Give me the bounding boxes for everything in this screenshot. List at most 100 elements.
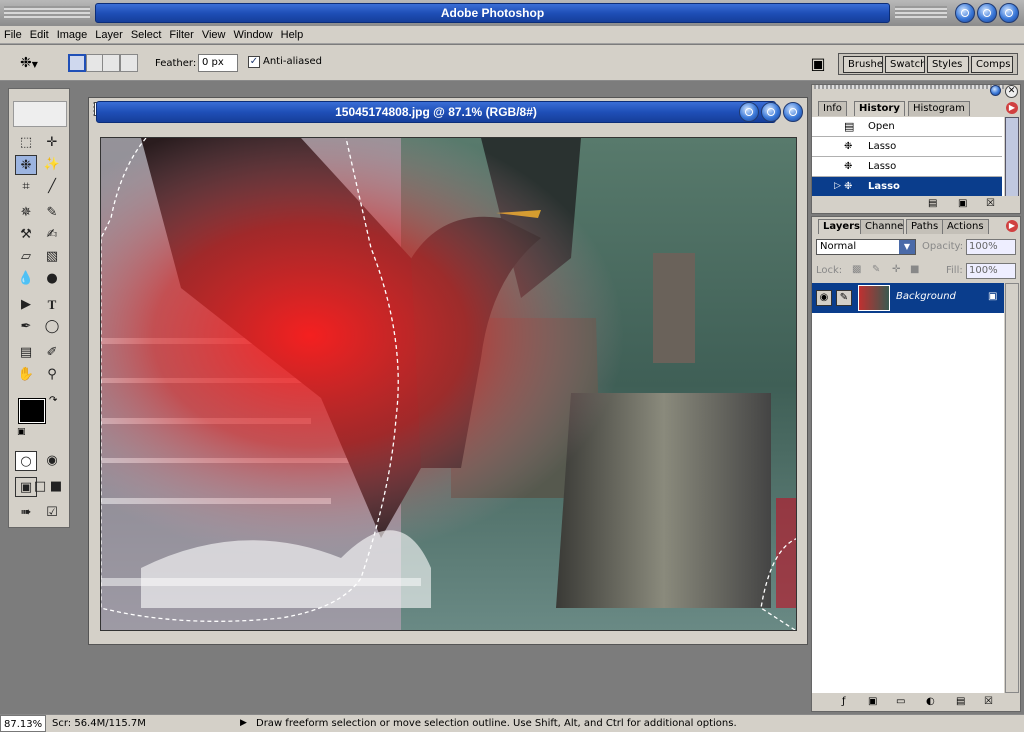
quick-mask-icon[interactable]: ◉ xyxy=(41,451,63,471)
default-colors-icon[interactable]: ▣ xyxy=(17,427,26,437)
layer-style-icon[interactable]: ƒ xyxy=(842,696,846,707)
well-tab-brushes[interactable]: Brushes xyxy=(843,56,883,73)
status-menu-arrow-icon[interactable]: ▶ xyxy=(240,715,247,732)
tab-info[interactable]: Info xyxy=(818,101,847,116)
lock-pixels-icon[interactable]: ✎ xyxy=(872,264,880,275)
tab-layers[interactable]: Layers xyxy=(818,219,865,234)
blend-mode-select[interactable]: Normal ▼ xyxy=(816,239,916,255)
add-mask-icon[interactable]: ▣ xyxy=(868,696,877,707)
doc-close-button[interactable] xyxy=(783,102,803,122)
menu-view[interactable]: View xyxy=(198,26,230,44)
crop-tool-icon[interactable]: ⌗ xyxy=(15,177,37,197)
well-tab-styles[interactable]: Styles xyxy=(927,56,969,73)
history-item-lasso-2[interactable]: ❉ Lasso xyxy=(812,157,1002,177)
lock-transparency-icon[interactable]: ▩ xyxy=(852,264,861,275)
close-icon xyxy=(1005,9,1013,17)
magic-wand-icon[interactable]: ✨ xyxy=(41,155,63,175)
panel-close-icon[interactable]: ✕ xyxy=(1005,85,1018,98)
menu-file[interactable]: File xyxy=(0,26,26,44)
screen-mode-full-menu-icon[interactable]: □ xyxy=(33,477,47,497)
gradient-tool-icon[interactable]: ▧ xyxy=(41,247,63,267)
trash-icon[interactable]: ☒ xyxy=(984,696,993,707)
layer-row-background[interactable]: ◉ ✎ Background ▣ xyxy=(812,283,1004,313)
history-item-open[interactable]: ▤ Open xyxy=(812,117,1002,137)
eraser-tool-icon[interactable]: ▱ xyxy=(15,247,37,267)
zoom-tool-icon[interactable]: ⚲ xyxy=(41,365,63,385)
file-browser-icon[interactable]: ▣ xyxy=(808,54,828,74)
new-snapshot-icon[interactable]: ▣ xyxy=(958,198,967,209)
new-document-from-state-icon[interactable]: ▤ xyxy=(928,198,937,209)
new-selection-button[interactable] xyxy=(68,54,86,72)
menu-bar: File Edit Image Layer Select Filter View Window… xyxy=(0,26,1024,44)
jump-to-imageready-icon[interactable]: ➠ xyxy=(15,503,37,523)
tab-actions[interactable]: Actions xyxy=(942,219,989,234)
menu-filter[interactable]: Filter xyxy=(165,26,197,44)
history-item-lasso-1[interactable]: ❉ Lasso xyxy=(812,137,1002,157)
doc-minimize-button[interactable] xyxy=(739,102,759,122)
edit-in-imageready-icon[interactable]: ☑ xyxy=(41,503,63,523)
panel-menu-arrow-icon[interactable]: ▶ xyxy=(1006,102,1018,114)
well-tab-comps[interactable]: Comps xyxy=(971,56,1013,73)
swap-colors-icon[interactable]: ↷ xyxy=(49,395,57,406)
minimize-button[interactable] xyxy=(955,3,975,23)
lasso-icon: ❉ xyxy=(844,181,853,192)
tab-histogram[interactable]: Histogram xyxy=(908,101,970,116)
menu-window[interactable]: Window xyxy=(230,26,277,44)
menu-edit[interactable]: Edit xyxy=(26,26,53,44)
tab-history[interactable]: History xyxy=(854,101,905,116)
lasso-tool-icon[interactable]: ❉ xyxy=(15,155,37,175)
history-brush-icon[interactable]: ✍ xyxy=(41,225,63,245)
lock-position-icon[interactable]: ✛ xyxy=(892,264,900,275)
blur-tool-icon[interactable]: 💧 xyxy=(15,269,37,289)
tool-preset-picker[interactable]: ❉▼ xyxy=(20,53,56,73)
brush-link-icon[interactable]: ✎ xyxy=(836,290,852,306)
slice-tool-icon[interactable]: ╱ xyxy=(41,177,63,197)
screen-mode-full-icon[interactable]: ■ xyxy=(49,477,63,497)
feather-logo-icon[interactable] xyxy=(13,101,67,127)
path-select-icon[interactable]: ▶ xyxy=(15,295,37,315)
layers-scrollbar[interactable] xyxy=(1005,283,1019,693)
opacity-input[interactable]: 100% xyxy=(966,239,1016,255)
menu-image[interactable]: Image xyxy=(53,26,92,44)
hand-tool-icon[interactable]: ✋ xyxy=(15,365,37,385)
feather-input[interactable]: 0 px xyxy=(198,54,238,72)
adjustment-layer-icon[interactable]: ◐ xyxy=(926,696,935,707)
menu-help[interactable]: Help xyxy=(277,26,308,44)
eye-icon[interactable]: ◉ xyxy=(816,290,832,306)
type-tool-icon[interactable]: T xyxy=(41,295,63,315)
intersect-selection-button[interactable] xyxy=(120,54,138,72)
history-item-lasso-3[interactable]: ▷ ❉ Lasso xyxy=(812,177,1002,197)
new-group-icon[interactable]: ▭ xyxy=(896,696,905,707)
maximize-button[interactable] xyxy=(977,3,997,23)
new-layer-icon[interactable]: ▤ xyxy=(956,696,965,707)
close-button[interactable] xyxy=(999,3,1019,23)
lock-all-icon[interactable]: ■ xyxy=(910,264,919,275)
panel-minimize-button[interactable] xyxy=(990,85,1001,96)
well-tab-swatches[interactable]: Swatches xyxy=(885,56,925,73)
foreground-color-swatch[interactable] xyxy=(18,398,46,424)
fill-input[interactable]: 100% xyxy=(966,263,1016,279)
tab-channels[interactable]: Channels xyxy=(860,219,904,234)
marquee-tool-icon[interactable]: ⬚ xyxy=(15,133,37,153)
clone-stamp-icon[interactable]: ⚒ xyxy=(15,225,37,245)
subtract-selection-button[interactable] xyxy=(102,54,120,72)
doc-maximize-button[interactable] xyxy=(761,102,781,122)
brush-tool-icon[interactable]: ✎ xyxy=(41,203,63,223)
history-scrollbar[interactable] xyxy=(1005,117,1019,197)
zoom-field[interactable]: 87.13% xyxy=(0,715,46,732)
panel-menu-arrow-icon[interactable]: ▶ xyxy=(1006,220,1018,232)
eyedropper-icon[interactable]: ✐ xyxy=(41,343,63,363)
standard-mode-icon[interactable]: ○ xyxy=(15,451,37,471)
healing-brush-icon[interactable]: ✵ xyxy=(15,203,37,223)
dodge-tool-icon[interactable]: ● xyxy=(41,269,63,289)
tab-paths[interactable]: Paths xyxy=(906,219,944,234)
move-tool-icon[interactable]: ✛ xyxy=(41,133,63,153)
trash-icon[interactable]: ☒ xyxy=(986,198,995,209)
pen-tool-icon[interactable]: ✒ xyxy=(15,317,37,337)
menu-layer[interactable]: Layer xyxy=(91,26,127,44)
notes-tool-icon[interactable]: ▤ xyxy=(15,343,37,363)
shape-tool-icon[interactable]: ◯ xyxy=(41,317,63,337)
menu-select[interactable]: Select xyxy=(127,26,166,44)
antialiased-checkbox[interactable]: ✓ xyxy=(248,56,260,68)
image-canvas[interactable] xyxy=(100,137,797,631)
